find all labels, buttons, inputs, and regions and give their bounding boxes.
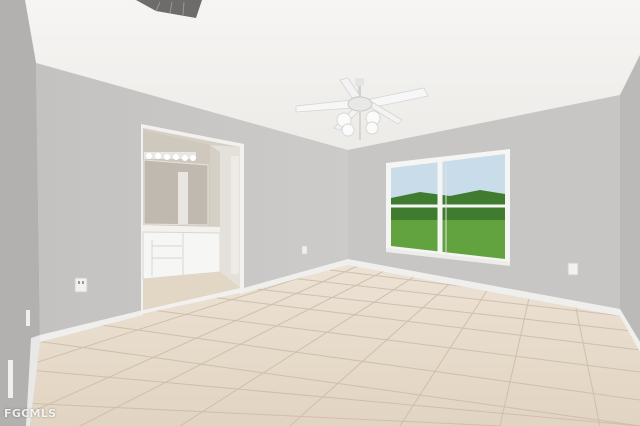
outlet-icon	[567, 262, 579, 276]
outlet-icon	[26, 310, 30, 326]
outlet-icon	[74, 277, 88, 293]
room-illustration	[0, 0, 640, 426]
bathroom-mirror	[143, 159, 209, 226]
bathroom-vanity	[142, 231, 221, 280]
right-wall	[620, 55, 640, 352]
outlet-icon	[301, 245, 308, 255]
watermark-text: FGCMLS	[4, 407, 57, 420]
outlet-icon	[8, 360, 13, 398]
bathroom-doorway	[141, 124, 244, 314]
room-photo: FGCMLS	[0, 0, 640, 426]
window	[386, 149, 510, 266]
